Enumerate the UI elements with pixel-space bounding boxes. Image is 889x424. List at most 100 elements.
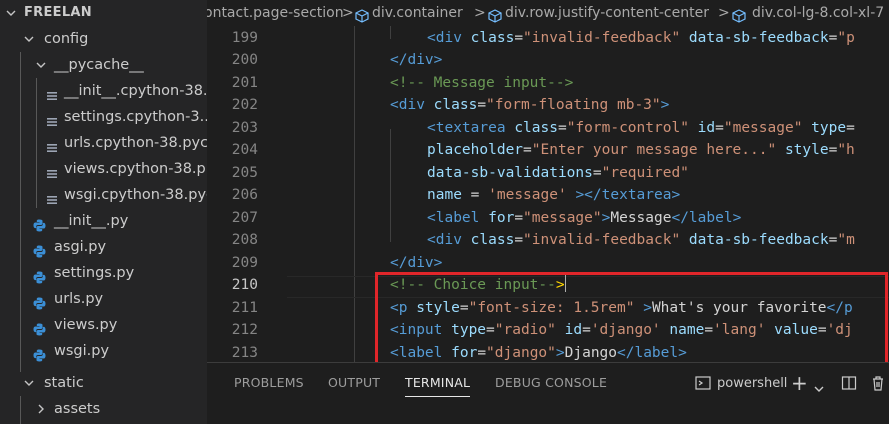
tree-file-views-pyc[interactable]: views.cpython-38.p...	[0, 156, 207, 182]
code-line: <div class="form-floating mb-3">	[390, 94, 669, 117]
tree-file-urls-py[interactable]: urls.py	[0, 286, 207, 312]
indent-guide	[390, 129, 391, 242]
code-token: "m	[837, 232, 855, 248]
tree-item-label: assets	[54, 401, 101, 417]
add-terminal-button[interactable]: +	[791, 363, 808, 403]
line-number: 212	[231, 322, 258, 338]
line-number: 211	[231, 299, 258, 316]
tree-file-urls-pyc[interactable]: urls.cpython-38.pyc	[0, 130, 207, 156]
tree-item-label: asgi.py	[54, 239, 107, 255]
terminal-icon[interactable]	[695, 375, 711, 395]
explorer-sidebar: FREELAN config __pycache__ __init__.cpyt…	[0, 0, 207, 424]
indent-guide	[354, 26, 355, 362]
python-file-icon	[33, 319, 46, 336]
tree-file-settings-py[interactable]: settings.py	[0, 260, 207, 286]
tree-file-asgi-py[interactable]: asgi.py	[0, 234, 207, 260]
code-line: <!-- Message input-->	[390, 72, 573, 95]
tree-folder-static[interactable]: static	[0, 370, 207, 396]
terminal-name[interactable]: powershell	[717, 363, 787, 403]
tree-file-init-py[interactable]: __init__.py	[0, 208, 207, 234]
line-number: 205	[231, 164, 258, 181]
chevron-down-icon[interactable]	[814, 379, 824, 398]
tree-folder-pycache[interactable]: __pycache__	[0, 52, 207, 78]
symbol-cube-icon	[732, 6, 746, 23]
python-file-icon	[33, 215, 46, 232]
code-token: for	[488, 209, 515, 226]
line-number: 209	[231, 254, 258, 271]
explorer-root-folder[interactable]: FREELAN	[0, 0, 207, 26]
breadcrumb-item[interactable]: div.col-lg-8.col-xl-7	[752, 0, 884, 26]
code-line: placeholder="Enter your message here..."…	[427, 139, 855, 162]
code-token: class	[433, 97, 478, 113]
tree-item-label: settings.cpython-3...	[64, 109, 207, 125]
code-token: </label>	[671, 209, 742, 226]
code-token: Message	[610, 209, 672, 226]
python-file-icon	[33, 267, 46, 284]
explorer-root-label: FREELAN	[24, 5, 92, 20]
chevron-right-icon	[36, 404, 45, 414]
code-line: <textarea class="form-control" id="messa…	[427, 117, 855, 140]
code-token: style	[784, 142, 829, 158]
line-number: 201	[231, 74, 258, 91]
python-file-icon	[33, 241, 46, 258]
code-token: type	[811, 119, 847, 136]
chevron-down-icon	[24, 378, 34, 387]
compiled-file-icon	[46, 163, 58, 178]
chevron-down-icon	[6, 8, 16, 17]
tree-file-settings-pyc[interactable]: settings.cpython-3...	[0, 104, 207, 130]
breadcrumb-item[interactable]: div.row.justify-content-center	[505, 0, 709, 26]
code-token: id	[697, 119, 716, 136]
tree-file-views-py[interactable]: views.py	[0, 312, 207, 338]
tree-file-init-pyc[interactable]: __init__.cpython-38....	[0, 78, 207, 104]
tree-folder-assets[interactable]: assets	[0, 396, 207, 422]
breadcrumb: ontact.page-section > div.container > di…	[207, 0, 889, 26]
compiled-file-icon	[46, 85, 58, 100]
line-number: 210	[231, 277, 258, 293]
code-token: "invalid-feedback"	[523, 232, 681, 248]
tree-folder-config[interactable]: config	[0, 26, 207, 52]
split-terminal-icon[interactable]	[841, 375, 857, 395]
code-line: <div class="invalid-feedback" data-sb-fe…	[427, 229, 855, 252]
tree-item-label: wsgi.py	[54, 343, 110, 359]
symbol-cube-icon	[488, 6, 502, 23]
code-token: =	[461, 187, 489, 203]
tree-item-label: __init__.py	[54, 213, 129, 229]
code-token: =	[523, 142, 532, 158]
breadcrumb-item[interactable]: ontact.page-section	[207, 0, 344, 26]
tree-item-label: views.py	[54, 317, 118, 333]
code-token: "required"	[601, 164, 689, 181]
indent-guide	[390, 26, 391, 39]
tab-terminal[interactable]: TERMINAL	[405, 363, 471, 401]
breadcrumb-item[interactable]: div.container	[372, 0, 463, 26]
code-token: 'message'	[488, 187, 567, 203]
line-number: 202	[231, 97, 258, 113]
code-token: "invalid-feedback"	[523, 29, 681, 46]
code-token: =	[715, 119, 724, 136]
compiled-file-icon	[46, 137, 58, 152]
compiled-file-icon	[46, 111, 58, 126]
chevron-down-icon	[24, 34, 34, 43]
code-token: "message"	[723, 119, 803, 136]
code-token: =	[514, 29, 524, 46]
code-token: =	[514, 209, 524, 226]
tab-output[interactable]: OUTPUT	[328, 363, 380, 401]
python-file-icon	[33, 345, 46, 362]
bottom-panel: PROBLEMS OUTPUT TERMINAL DEBUG CONSOLE p…	[207, 362, 889, 424]
code-token: <div	[390, 97, 434, 113]
code-token: <label	[427, 209, 489, 226]
code-token: =	[592, 164, 602, 181]
line-number: 208	[231, 232, 258, 248]
tree-file-wsgi-py[interactable]: wsgi.py	[0, 338, 207, 364]
line-number: 207	[231, 209, 258, 226]
tree-item-label: config	[44, 31, 89, 47]
code-token: "form-floating mb-3"	[486, 97, 661, 113]
tree-file-wsgi-pyc[interactable]: wsgi.cpython-38.pyc	[0, 182, 207, 208]
tab-debug-console[interactable]: DEBUG CONSOLE	[495, 363, 607, 401]
tab-problems[interactable]: PROBLEMS	[234, 363, 304, 401]
code-line: </div>	[390, 252, 442, 275]
tree-item-label: wsgi.cpython-38.pyc	[64, 187, 207, 203]
trash-icon[interactable]	[870, 375, 886, 395]
tree-item-label: urls.cpython-38.pyc	[64, 135, 207, 151]
